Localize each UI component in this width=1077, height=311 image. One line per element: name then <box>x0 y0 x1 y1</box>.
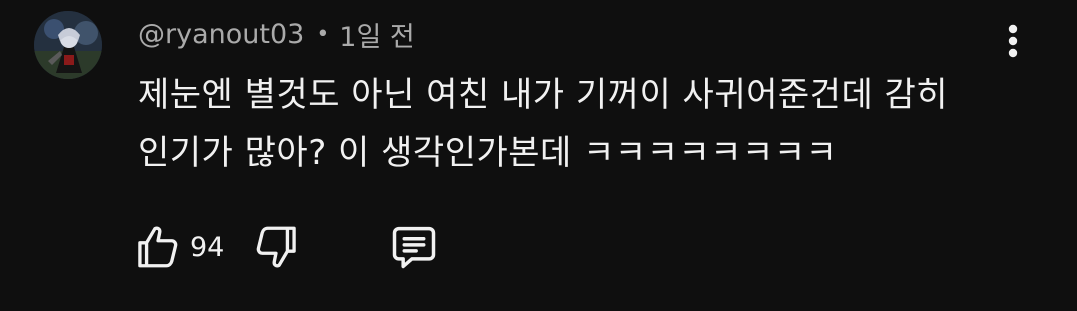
reply-button[interactable] <box>388 221 440 273</box>
avatar-image <box>34 11 102 79</box>
thumbs-up-icon <box>132 222 182 272</box>
comment-text-line: 인기가 많아? 이 생각인가본데 ㅋㅋㅋㅋㅋㅋㅋㅋ <box>138 133 838 173</box>
more-vertical-icon <box>1008 24 1018 58</box>
more-options-button[interactable] <box>996 18 1030 64</box>
comment-item: @ryanout03 • 1일 전 제눈엔 별것도 아닌 여친 내가 기꺼이 사… <box>0 0 1077 311</box>
author-handle[interactable]: @ryanout03 <box>138 19 304 50</box>
comment-actions: 94 <box>132 220 440 274</box>
comment-text: 제눈엔 별것도 아닌 여친 내가 기꺼이 사귀어준건데 감히 인기가 많아? 이… <box>138 66 1018 182</box>
comment-meta: @ryanout03 • 1일 전 <box>138 14 415 54</box>
like-button[interactable]: 94 <box>132 222 252 272</box>
like-count: 94 <box>190 231 225 263</box>
dislike-button[interactable] <box>252 222 388 272</box>
reply-comment-icon <box>388 221 440 273</box>
thumbs-down-icon <box>252 222 302 272</box>
comment-text-line: 제눈엔 별것도 아닌 여친 내가 기꺼이 사귀어준건데 감히 <box>138 75 949 115</box>
avatar[interactable] <box>34 11 102 79</box>
timestamp[interactable]: 1일 전 <box>339 15 414 54</box>
meta-separator: • <box>316 21 330 47</box>
